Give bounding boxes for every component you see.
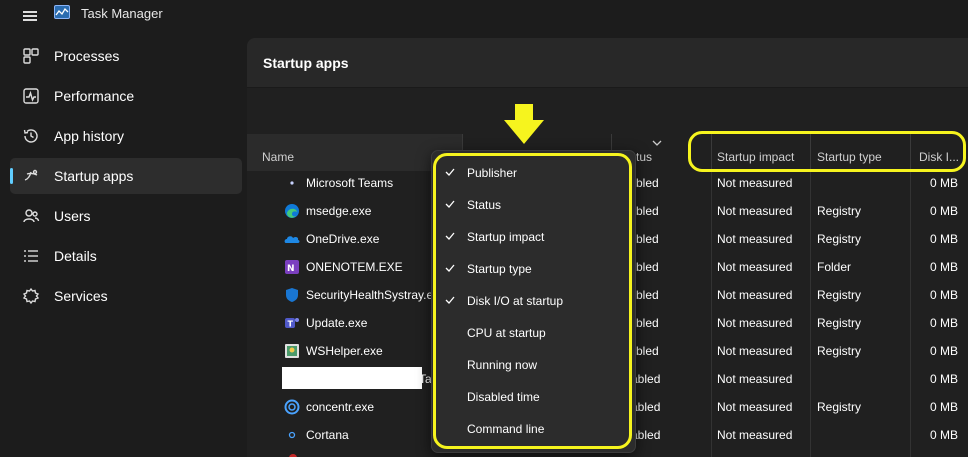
page-title: Startup apps bbox=[263, 55, 349, 71]
partial-row-icon bbox=[289, 454, 297, 457]
app-title: Task Manager bbox=[81, 6, 163, 21]
row-type: Registry bbox=[817, 344, 862, 358]
sidebar-item-label: App history bbox=[54, 128, 125, 144]
row-disk: 0 MB bbox=[930, 316, 959, 330]
teams-icon: T bbox=[285, 318, 299, 329]
row-status: bled bbox=[636, 288, 659, 302]
row-impact: Not measured bbox=[717, 400, 793, 414]
sidebar-item-performance[interactable]: Performance bbox=[10, 78, 242, 114]
row-status: bled bbox=[636, 344, 659, 358]
highlight-menu-outline bbox=[433, 153, 632, 449]
row-disk: 0 MB bbox=[930, 204, 959, 218]
active-indicator bbox=[10, 168, 13, 184]
onedrive-icon bbox=[284, 236, 300, 243]
page-header: Startup apps bbox=[247, 38, 968, 88]
edge-icon bbox=[285, 204, 299, 218]
row-status: bled bbox=[636, 232, 659, 246]
processes-icon bbox=[23, 48, 39, 64]
row-impact: Not measured bbox=[717, 344, 793, 358]
citrix-icon bbox=[284, 399, 300, 415]
row-type: Registry bbox=[817, 232, 862, 246]
details-icon bbox=[24, 250, 38, 262]
row-status: bled bbox=[636, 176, 659, 190]
row-impact: Not measured bbox=[717, 372, 793, 386]
row-disk: 0 MB bbox=[930, 260, 959, 274]
row-type: Registry bbox=[817, 204, 862, 218]
row-impact: Not measured bbox=[717, 204, 793, 218]
row-name: concentr.exe bbox=[306, 400, 375, 414]
wshelper-icon bbox=[285, 344, 299, 358]
row-impact: Not measured bbox=[717, 260, 793, 274]
onenote-icon: N bbox=[285, 260, 299, 274]
cortana-icon bbox=[288, 431, 296, 439]
row-name: WSHelper.exe bbox=[306, 344, 383, 358]
startup-icon bbox=[24, 169, 38, 181]
row-impact: Not measured bbox=[717, 232, 793, 246]
row-disk: 0 MB bbox=[930, 232, 959, 246]
sidebar-item-label: Performance bbox=[54, 88, 135, 104]
row-name: SecurityHealthSystray.ex bbox=[306, 288, 440, 302]
services-icon bbox=[22, 287, 40, 305]
task-manager-icon bbox=[54, 5, 70, 19]
row-type: Folder bbox=[817, 260, 852, 274]
down-arrow-annotation-icon bbox=[504, 104, 544, 144]
row-type: Registry bbox=[817, 400, 862, 414]
row-name: msedge.exe bbox=[306, 204, 372, 218]
row-type: Registry bbox=[817, 288, 862, 302]
users-icon bbox=[23, 209, 40, 223]
row-name: Microsoft Teams bbox=[306, 176, 394, 190]
sidebar-item-label: Users bbox=[54, 208, 91, 224]
sidebar-item-processes[interactable]: Processes bbox=[10, 38, 242, 74]
row-impact: Not measured bbox=[717, 288, 793, 302]
highlight-columns-outline bbox=[688, 131, 966, 172]
row-name: OneDrive.exe bbox=[306, 232, 380, 246]
row-name: Cortana bbox=[306, 428, 349, 442]
sidebar-item-details[interactable]: Details bbox=[10, 238, 242, 274]
hamburger-menu-icon[interactable] bbox=[20, 5, 40, 25]
row-status: bled bbox=[636, 204, 659, 218]
sidebar-item-users[interactable]: Users bbox=[10, 198, 242, 234]
chevron-down-icon[interactable] bbox=[652, 138, 662, 148]
history-icon bbox=[23, 129, 38, 143]
sidebar-item-label: Services bbox=[54, 288, 108, 304]
svg-text:N: N bbox=[287, 264, 295, 274]
row-status: bled bbox=[636, 316, 659, 330]
row-disk: 0 MB bbox=[930, 176, 959, 190]
teams-small-icon bbox=[290, 181, 294, 185]
row-impact: Not measured bbox=[717, 428, 793, 442]
sidebar-item-app-history[interactable]: App history bbox=[10, 118, 242, 154]
sidebar-item-label: Details bbox=[54, 248, 97, 264]
row-name: ONENOTEM.EXE bbox=[306, 260, 403, 274]
row-disk: 0 MB bbox=[930, 428, 959, 442]
row-name: Update.exe bbox=[306, 316, 368, 330]
row-disk: 0 MB bbox=[930, 344, 959, 358]
column-header-name[interactable]: Name bbox=[262, 150, 294, 164]
row-impact: Not measured bbox=[717, 316, 793, 330]
sidebar-item-startup-apps[interactable]: Startup apps bbox=[10, 158, 242, 194]
performance-icon bbox=[23, 88, 39, 104]
row-type: Registry bbox=[817, 316, 862, 330]
sidebar-item-label: Processes bbox=[54, 48, 120, 64]
svg-text:T: T bbox=[288, 320, 294, 329]
row-impact: Not measured bbox=[717, 176, 793, 190]
sidebar-item-services[interactable]: Services bbox=[10, 278, 242, 314]
sidebar-item-label: Startup apps bbox=[54, 168, 134, 184]
column-header-status[interactable]: tus bbox=[636, 150, 652, 164]
title-bar: Task Manager bbox=[0, 0, 968, 32]
row-disk: 0 MB bbox=[930, 288, 959, 302]
redacted-area bbox=[282, 367, 422, 389]
row-status: bled bbox=[636, 260, 659, 274]
security-shield-icon bbox=[286, 288, 298, 302]
row-disk: 0 MB bbox=[930, 400, 959, 414]
row-disk: 0 MB bbox=[930, 372, 959, 386]
